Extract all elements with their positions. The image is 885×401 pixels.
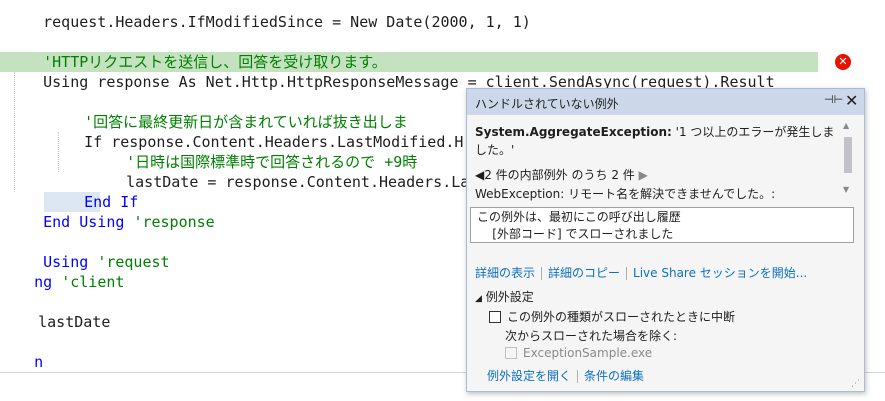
resize-grip-icon[interactable]: ⋰ xyxy=(851,379,860,389)
web-exception-text: WebException: リモート名を解決できませんでした。: xyxy=(475,187,776,201)
disabled-checkbox-icon xyxy=(505,347,517,359)
scroll-up-icon[interactable]: ▲ xyxy=(843,121,849,130)
code-line-error[interactable]: Using response As Net.Http.HttpResponseM… xyxy=(7,52,775,91)
copy-details-link[interactable]: 詳細のコピー xyxy=(548,266,620,280)
code-comment-line[interactable]: '回答に最終更新日が含まれていれば抜き出しま xyxy=(48,92,408,131)
code-line[interactable]: request.Headers.IfModifiedSince = New Da… xyxy=(7,0,531,31)
inner-exception-navigator[interactable]: ◀2 件の内部例外 のうち 2 件 ▶ xyxy=(475,166,648,183)
code-line[interactable]: ng 'client xyxy=(0,252,124,291)
edit-conditions-link[interactable]: 条件の編集 xyxy=(584,369,644,383)
popup-header: ハンドルされていない例外 ⊣⊢ ✕ xyxy=(467,89,864,115)
call-stack-line: この例外は、最初にこの呼び出し履歴 xyxy=(477,210,681,224)
code-line[interactable]: lastDate xyxy=(2,292,110,331)
exception-helper-popup[interactable]: ハンドルされていない例外 ⊣⊢ ✕ System.AggregateExcept… xyxy=(466,88,865,392)
code-comment-line[interactable]: 'HTTPリクエストを送信し、回答を受け取ります。 xyxy=(7,32,387,71)
error-x-icon[interactable]: ✕ xyxy=(835,54,851,70)
checkbox-icon[interactable] xyxy=(489,310,501,323)
call-stack-box[interactable]: この例外は、最初にこの呼び出し履歴 [外部コード] でスローされました xyxy=(470,207,854,243)
code-line[interactable]: If response.Content.Headers.LastModified… xyxy=(48,112,463,151)
code-line[interactable]: End If xyxy=(48,172,138,211)
inner-exception-label: 2 件の内部例外 のうち 2 件 xyxy=(484,168,635,182)
popup-title: ハンドルされていない例外 xyxy=(475,97,619,111)
message-scrollbar[interactable]: ▲ ▼ xyxy=(841,121,855,201)
module-exclusion-checkbox: ExceptionSample.exe xyxy=(505,346,652,360)
close-icon[interactable]: ✕ xyxy=(845,91,858,110)
settings-links: 例外設定を開く 条件の編集 xyxy=(487,367,644,384)
break-when-thrown-checkbox[interactable]: この例外の種類がスローされたときに中断 xyxy=(489,308,735,325)
action-links: 詳細の表示 詳細のコピー Live Share セッションを開始... xyxy=(475,264,807,281)
view-details-link[interactable]: 詳細の表示 xyxy=(475,266,535,280)
exception-message: System.AggregateException: '1 つ以上のエラーが発生… xyxy=(475,125,835,157)
prev-arrow-icon[interactable]: ◀ xyxy=(475,168,484,182)
exception-settings-header[interactable]: ◢ 例外設定 xyxy=(475,288,534,305)
code-line[interactable]: Using 'request xyxy=(7,232,169,271)
code-comment-line[interactable]: '日時は国際標準時で回答されるので +9時 xyxy=(90,132,417,171)
except-when-thrown-label: 次からスローされた場合を除く: xyxy=(505,329,678,343)
pin-icon[interactable]: ⊣⊢ xyxy=(824,93,843,106)
open-exception-settings-link[interactable]: 例外設定を開く xyxy=(487,369,571,383)
scroll-down-icon[interactable]: ▼ xyxy=(843,185,849,194)
code-line[interactable]: n xyxy=(0,332,43,371)
live-share-link[interactable]: Live Share セッションを開始... xyxy=(633,266,807,280)
next-arrow-icon[interactable]: ▶ xyxy=(639,168,648,182)
code-line[interactable]: lastDate = response.Content.Headers.La xyxy=(90,152,469,191)
scroll-thumb[interactable] xyxy=(844,137,852,173)
collapse-triangle-icon[interactable]: ◢ xyxy=(475,294,482,304)
code-line[interactable]: End Using 'response xyxy=(7,192,215,231)
call-stack-line: [外部コード] でスローされました xyxy=(477,227,674,241)
